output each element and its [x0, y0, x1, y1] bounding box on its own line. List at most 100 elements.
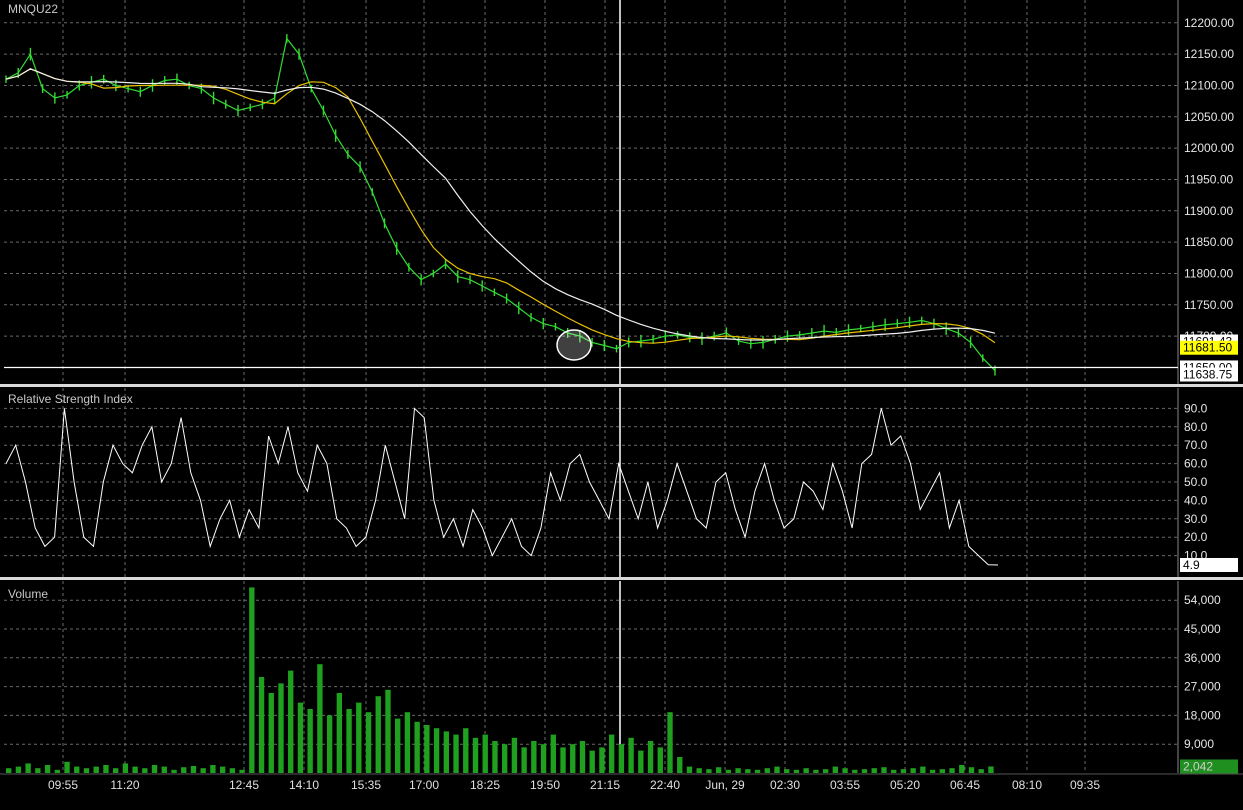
volume-bar — [599, 747, 605, 773]
volume-bar — [35, 768, 41, 773]
rsi-title: Relative Strength Index — [8, 392, 133, 406]
rsi-axis-label: 30.0 — [1184, 512, 1208, 526]
volume-bar — [132, 766, 138, 773]
price-divider[interactable] — [0, 384, 1243, 387]
volume-bar — [793, 769, 800, 773]
time-axis-label: 22:40 — [650, 778, 680, 792]
volume-bar — [83, 768, 90, 773]
volume-bar — [482, 734, 488, 773]
volume-bar — [297, 702, 304, 773]
volume-bar — [764, 768, 770, 773]
volume-bar — [618, 744, 625, 773]
volume-bar — [910, 768, 916, 773]
rsi-chart[interactable]: 90.080.070.060.050.040.030.020.010.04.9 — [0, 388, 1243, 577]
volume-bar — [15, 766, 22, 773]
volume-bar — [647, 741, 654, 773]
volume-bar — [657, 747, 663, 773]
volume-bar — [317, 664, 323, 773]
volume-axis-label: 36,000 — [1184, 651, 1221, 665]
time-axis-label: 02:30 — [770, 778, 800, 792]
rsi-axis-label: 20.0 — [1184, 530, 1208, 544]
volume-bar — [249, 587, 255, 773]
volume-bar — [122, 763, 129, 773]
volume-bar — [151, 765, 158, 773]
time-axis-label: 14:10 — [289, 778, 319, 792]
volume-bar — [210, 765, 216, 773]
volume-bar — [6, 768, 12, 773]
time-axis-label: 12:45 — [229, 778, 259, 792]
volume-bar — [881, 767, 887, 773]
volume-bar — [54, 769, 60, 773]
volume-axis-label: 54,000 — [1184, 593, 1221, 607]
volume-bar — [64, 761, 70, 773]
price-axis-label: 11850.00 — [1184, 235, 1233, 249]
volume-bar — [200, 768, 206, 773]
volume-bar — [560, 747, 566, 773]
volume-bar — [502, 744, 508, 773]
volume-bar — [171, 769, 177, 773]
volume-axis-label: 18,000 — [1184, 708, 1221, 722]
volume-bar — [686, 766, 693, 773]
rsi-last-label: 4.9 — [1183, 558, 1200, 572]
price-label-text: 11681.50 — [1183, 341, 1232, 355]
volume-bar — [774, 766, 780, 773]
volume-bar — [677, 757, 683, 773]
volume-bar — [803, 768, 809, 773]
volume-bar — [550, 734, 556, 773]
volume-bar — [25, 763, 31, 773]
volume-bar — [988, 766, 994, 773]
time-axis-label: 18:25 — [470, 778, 500, 792]
price-panel[interactable]: 12200.00 12150.00 12100.00 12050.00 12000.00… — [0, 0, 1243, 384]
volume-bar — [842, 768, 848, 773]
time-axis-label: 06:45 — [950, 778, 980, 792]
volume-axis-label: 45,000 — [1184, 622, 1221, 636]
volume-bar — [112, 768, 119, 773]
time-axis-label: 11:20 — [110, 778, 139, 792]
volume-bar — [44, 765, 51, 773]
volume-bar — [638, 750, 644, 773]
time-axis-label: 08:10 — [1012, 778, 1042, 792]
volume-bar — [628, 737, 634, 773]
volume-chart[interactable]: 54,000 45,000 36,000 27,000 18,000 9,000 2,042… — [0, 581, 1243, 810]
price-axis-label: 11800.00 — [1184, 266, 1233, 280]
time-axis-label: 21:15 — [590, 778, 620, 792]
volume-bar — [356, 702, 362, 773]
time-axis-label: 05:20 — [890, 778, 920, 792]
volume-bar — [715, 767, 722, 773]
volume-bar — [861, 769, 868, 773]
volume-bar — [531, 741, 537, 773]
volume-bar — [813, 769, 819, 773]
volume-bar — [443, 731, 449, 773]
moving-average-slow-line — [5, 68, 996, 341]
volume-bar — [414, 721, 420, 773]
volume-bar — [346, 709, 352, 773]
volume-bar — [949, 768, 955, 773]
rsi-axis-label: 90.0 — [1184, 401, 1208, 415]
volume-bar — [939, 769, 945, 773]
volume-panel[interactable]: 54,000 45,000 36,000 27,000 18,000 9,000 2,042… — [0, 581, 1243, 810]
volume-bar — [365, 712, 372, 773]
volume-axis-label: 9,000 — [1184, 737, 1214, 751]
rsi-axis-label: 70.0 — [1184, 438, 1208, 452]
volume-bar — [706, 769, 712, 773]
volume-bar — [978, 769, 984, 773]
price-axis-label: 12000.00 — [1184, 141, 1234, 155]
volume-bar — [326, 715, 333, 773]
volume-bar — [93, 766, 99, 773]
price-series-line — [5, 37, 996, 372]
volume-bar — [968, 767, 975, 773]
volume-bar — [959, 765, 965, 773]
rsi-divider[interactable] — [0, 577, 1243, 580]
price-chart[interactable]: 12200.00 12150.00 12100.00 12050.00 12000.00… — [0, 0, 1243, 384]
volume-bar — [784, 769, 790, 773]
volume-bar — [521, 747, 527, 773]
volume-bar — [871, 768, 877, 773]
volume-bar — [395, 718, 401, 773]
volume-bar — [103, 765, 109, 773]
volume-bar — [540, 744, 547, 773]
price-axis-label: 12200.00 — [1184, 16, 1234, 30]
volume-bar — [424, 725, 430, 773]
volume-bar — [433, 728, 440, 773]
time-axis-label: Jun, 29 — [705, 778, 745, 792]
rsi-panel[interactable]: 90.0 80.0 70.0 60.0 50.0 40.0 30.0 20.0 10.0 4.9 … — [0, 388, 1243, 577]
